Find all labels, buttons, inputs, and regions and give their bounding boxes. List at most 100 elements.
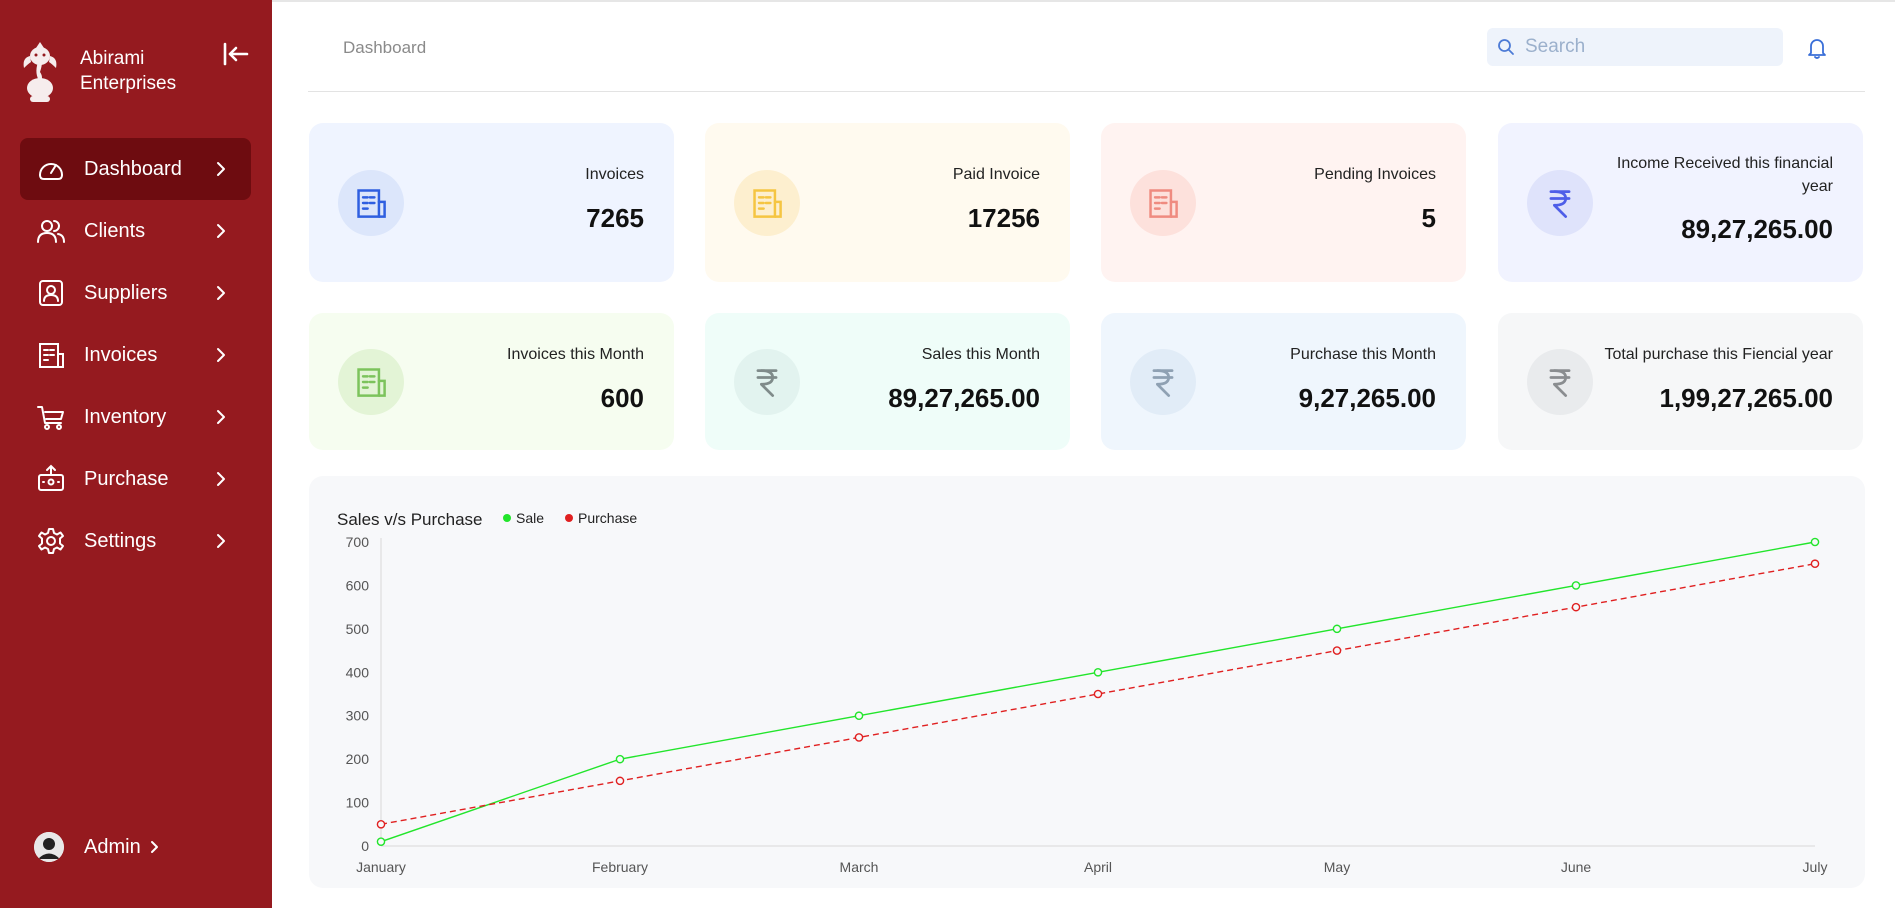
card-value: 89,27,265.00 [888,383,1040,413]
card-label: Pending Invoices [1314,166,1436,183]
y-tick-label: 200 [346,751,370,767]
x-tick-label: June [1561,859,1592,875]
data-point-sale[interactable] [1332,624,1342,634]
data-point-sale[interactable] [854,711,864,721]
card-invoices[interactable]: Invoices 7265 [309,123,674,282]
chevron-right-icon [217,224,225,238]
y-tick-label: 400 [346,664,370,680]
chevron-right-icon [217,162,225,176]
chart-ticks: 0 100 200 300 400 500 600 700 January February Mar… [346,534,1828,875]
search-input[interactable] [1525,36,1775,58]
sidebar-item-clients[interactable]: Clients [20,200,251,262]
card-value: 7265 [586,203,644,233]
card-label: Paid Invoice [952,166,1040,183]
card-label: Invoices this Month [507,346,644,363]
x-tick-label: April [1084,859,1112,875]
sidebar-item-label: Settings [84,529,157,552]
x-tick-label: July [1803,859,1828,875]
card-total-purchase-year[interactable]: Total purchase this Fiencial year 1,99,2… [1498,313,1863,450]
sidebar-item-label: Dashboard [84,157,182,180]
chevron-right-icon [217,410,225,424]
users-icon [37,220,65,243]
gear-icon [38,528,64,554]
x-tick-label: March [840,859,879,875]
sidebar-item-label: Clients [84,219,146,242]
rupee-icon [1549,369,1571,397]
data-point-purchase[interactable] [1571,602,1581,612]
data-point-sale[interactable] [376,837,386,846]
chevron-right-icon [150,841,158,853]
card-invoices-this-month[interactable]: Invoices this Month 600 [309,313,674,450]
card-value: 5 [1421,203,1436,233]
sidebar-item-settings[interactable]: Settings [20,510,251,572]
card-icon-wrap [1527,170,1593,236]
sidebar-item-label: Suppliers [84,281,168,304]
legend-marker-purchase [565,514,573,522]
legend-label-sale[interactable]: Sale [516,510,544,526]
rupee-icon [1549,190,1571,218]
chevron-right-icon [217,348,225,362]
invoice-icon [1149,189,1178,218]
card-pending-invoices[interactable]: Pending Invoices 5 [1101,123,1466,282]
cart-icon [37,406,64,430]
x-tick-label: May [1324,859,1350,875]
data-point-purchase[interactable] [615,776,625,786]
card-label: Sales this Month [921,346,1040,363]
card-sales-this-month[interactable]: Sales this Month 89,27,265.00 [705,313,1070,450]
brand-name: Abirami Enterprises [80,48,177,94]
ganesha-logo-icon [23,42,57,102]
collapse-sidebar-icon[interactable] [220,38,252,70]
legend-marker-sale [503,514,511,522]
rupee-icon [1152,369,1174,397]
sidebar-item-inventory[interactable]: Inventory [20,386,251,448]
y-tick-label: 500 [346,621,370,637]
data-point-purchase[interactable] [376,819,386,829]
sidebar-item-label: Purchase [84,467,169,490]
search-icon [1498,39,1514,55]
user-avatar-icon [34,832,64,862]
top-border [272,0,1895,2]
data-point-sale[interactable] [615,754,625,764]
sidebar-item-purchase[interactable]: Purchase [20,448,251,510]
card-value: 9,27,265.00 [1298,383,1436,413]
card-icon-wrap [734,349,800,415]
brand[interactable]: Abirami Enterprises [18,38,176,104]
legend-label-purchase[interactable]: Purchase [578,510,637,526]
card-value: 600 [600,383,644,413]
bell-icon[interactable] [1805,36,1829,60]
data-point-sale[interactable] [1571,581,1581,590]
card-purchase-this-month[interactable]: Purchase this Month 9,27,265.00 [1101,313,1466,450]
sidebar-item-suppliers[interactable]: Suppliers [20,262,251,324]
card-label: Purchase this Month [1290,346,1436,363]
data-point-sale[interactable] [1810,537,1820,547]
sidebar-item-invoices[interactable]: Invoices [20,324,251,386]
chevron-right-icon [217,534,225,548]
chart-legend: Sale Purchase [503,510,637,526]
x-tick-label: February [592,859,648,875]
y-tick-label: 300 [346,708,370,724]
card-income-received[interactable]: Income Received this financial year 89,2… [1498,123,1863,282]
data-point-purchase[interactable] [1810,559,1820,569]
data-point-purchase[interactable] [854,733,864,742]
rupee-icon [756,369,778,397]
header-divider [308,91,1865,92]
admin-menu[interactable]: Admin [34,832,163,862]
contact-icon [39,280,63,306]
data-point-purchase[interactable] [1093,689,1103,699]
sales-purchase-chart: Sales v/s Purchase Sale Purchase 0 100 200 3… [337,510,1828,875]
sidebar-item-dashboard[interactable]: Dashboard [20,138,251,200]
sidebar: Abirami Enterprises Dashboard Clients Su… [0,0,272,908]
invoice-icon [357,368,386,397]
data-point-sale[interactable] [1093,667,1103,677]
card-icon-wrap [734,170,800,236]
gauge-icon [39,163,63,180]
chart-panel: Sales v/s Purchase Sale Purchase 0 100 200 3… [309,476,1865,888]
card-value: 1,99,27,265.00 [1659,383,1834,413]
y-tick-label: 100 [346,795,370,811]
data-point-purchase[interactable] [1332,646,1342,655]
invoice-icon [39,343,64,368]
search-box[interactable] [1487,28,1783,66]
sidebar-nav: Dashboard Clients Suppliers Invoices Inv… [20,138,251,572]
card-paid-invoice[interactable]: Paid Invoice 17256 [705,123,1070,282]
card-icon-wrap [1130,170,1196,236]
